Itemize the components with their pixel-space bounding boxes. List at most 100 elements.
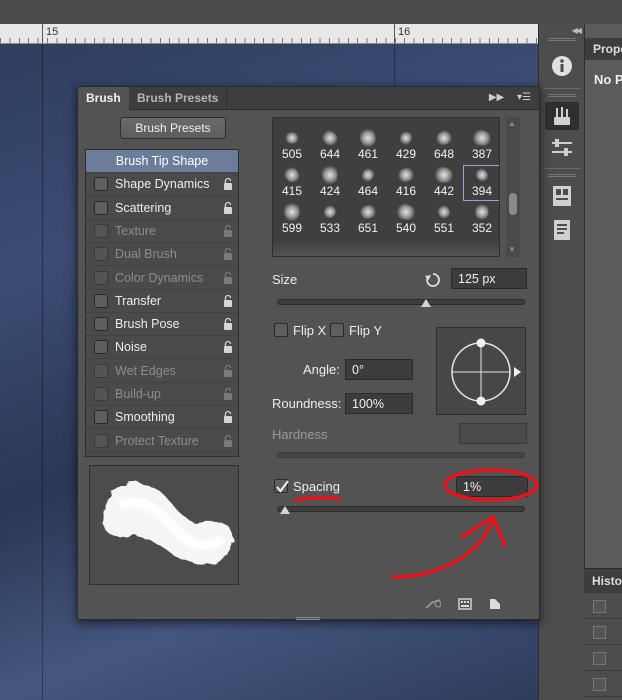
brush-tip[interactable]: 464 <box>349 165 387 201</box>
brush-option-shape-dynamics[interactable]: Shape Dynamics <box>86 173 238 197</box>
lock-icon[interactable] <box>223 364 233 378</box>
spacing-checkbox[interactable] <box>274 479 289 493</box>
brush-tip[interactable]: 387 <box>463 128 499 164</box>
properties-tab[interactable]: Prope <box>585 38 622 60</box>
brush-tip[interactable]: 551 <box>425 202 463 238</box>
lock-icon[interactable] <box>223 247 233 261</box>
new-brush-icon[interactable] <box>489 598 501 613</box>
brush-option-brush-tip-shape[interactable]: Brush Tip Shape <box>86 150 238 173</box>
panel-resize-grip[interactable] <box>296 617 320 620</box>
panel-menu-icon[interactable]: ▾☰ <box>517 92 531 103</box>
brush-tip[interactable]: 415 <box>273 164 311 201</box>
history-toggle[interactable] <box>593 652 606 665</box>
flip-y-checkbox[interactable] <box>330 323 344 337</box>
option-checkbox[interactable] <box>94 200 108 215</box>
scroll-thumb[interactable] <box>509 193 517 215</box>
brush-option-protect-texture[interactable]: Protect Texture <box>86 430 238 453</box>
flip-x-checkbox[interactable] <box>274 323 288 337</box>
brush-option-color-dynamics[interactable]: Color Dynamics <box>86 267 238 290</box>
collapse-icon[interactable]: ◀◀ <box>572 26 582 35</box>
tab-brush-presets[interactable]: Brush Presets <box>129 87 228 110</box>
brush-tip[interactable]: 533 <box>311 202 349 238</box>
brush-tip[interactable]: 394 <box>463 165 499 201</box>
toggle-bristle-preview-icon[interactable] <box>425 598 442 613</box>
lock-icon[interactable] <box>223 224 233 238</box>
collapse-panel-icon[interactable]: ▶▶ <box>489 92 504 103</box>
brush-tip[interactable]: 461 <box>349 126 387 164</box>
history-toggle[interactable] <box>593 626 606 639</box>
reset-size-icon[interactable] <box>424 271 442 289</box>
option-checkbox[interactable] <box>94 317 108 332</box>
brush-tip[interactable]: 540 <box>387 202 425 238</box>
brush-option-transfer[interactable]: Transfer <box>86 290 238 313</box>
brush-tip[interactable]: 648 <box>425 127 463 164</box>
angle-roundness-widget[interactable] <box>436 327 526 415</box>
brush-option-brush-pose[interactable]: Brush Pose <box>86 313 238 337</box>
brush-presets-button[interactable] <box>545 134 579 162</box>
brush-option-wet-edges[interactable]: Wet Edges <box>86 360 238 383</box>
option-checkbox[interactable] <box>94 223 108 238</box>
lock-icon[interactable] <box>223 271 233 285</box>
lock-icon[interactable] <box>223 177 233 191</box>
brush-tip[interactable]: 651 <box>349 202 387 238</box>
brush-tip[interactable]: 505 <box>273 128 311 164</box>
history-toggle[interactable] <box>593 678 606 691</box>
scroll-down-icon[interactable]: ▼ <box>508 245 516 254</box>
option-checkbox[interactable] <box>94 340 108 355</box>
roundness-field[interactable]: 100% <box>345 393 413 414</box>
brush-presets-button[interactable]: Brush Presets <box>120 117 226 139</box>
dock-grip[interactable] <box>548 174 576 177</box>
scroll-up-icon[interactable]: ▲ <box>508 119 516 128</box>
spacing-slider[interactable] <box>277 506 525 514</box>
angle-field[interactable]: 0° <box>345 359 413 380</box>
brush-tip[interactable]: 429 <box>387 128 425 164</box>
lock-icon[interactable] <box>223 434 233 448</box>
option-checkbox[interactable] <box>94 177 108 192</box>
option-checkbox[interactable] <box>94 270 108 285</box>
brush-grid-icon[interactable] <box>458 598 472 613</box>
history-row[interactable] <box>584 645 622 671</box>
size-slider-knob[interactable] <box>420 299 431 307</box>
lock-icon[interactable] <box>223 340 233 354</box>
spacing-field[interactable]: 1% <box>456 476 528 497</box>
history-row[interactable] <box>584 619 622 645</box>
dock-grip[interactable] <box>548 38 576 41</box>
option-checkbox[interactable] <box>94 293 108 308</box>
tip-grid-scrollbar[interactable]: ▲ ▼ <box>506 117 520 257</box>
tab-brush[interactable]: Brush <box>78 87 129 111</box>
spacing-slider-knob[interactable] <box>280 506 291 514</box>
brush-tip[interactable]: 352 <box>463 202 499 238</box>
brush-option-dual-brush[interactable]: Dual Brush <box>86 243 238 267</box>
lock-icon[interactable] <box>223 317 233 331</box>
brush-panel-button[interactable] <box>545 102 579 130</box>
brush-tip[interactable]: 644 <box>311 127 349 164</box>
size-slider[interactable] <box>277 299 525 307</box>
history-toggle[interactable] <box>593 600 606 613</box>
brush-option-noise[interactable]: Noise <box>86 336 238 360</box>
brush-option-build-up[interactable]: Build-up <box>86 383 238 406</box>
option-checkbox[interactable] <box>94 247 108 262</box>
size-field[interactable]: 125 px <box>451 268 527 289</box>
brush-tip[interactable]: 416 <box>387 165 425 201</box>
option-checkbox[interactable] <box>94 387 108 401</box>
lock-icon[interactable] <box>223 410 233 424</box>
brush-tip[interactable]: 442 <box>425 165 463 201</box>
history-row[interactable] <box>584 593 622 619</box>
notes-panel-button[interactable] <box>545 216 579 244</box>
brush-option-scattering[interactable]: Scattering <box>86 197 238 220</box>
info-panel-button[interactable] <box>545 52 579 80</box>
lock-icon[interactable] <box>223 387 233 401</box>
option-checkbox[interactable] <box>94 363 108 378</box>
dock-grip[interactable] <box>548 94 576 97</box>
lock-icon[interactable] <box>223 201 233 215</box>
option-checkbox[interactable] <box>94 410 108 425</box>
history-row[interactable] <box>584 671 622 697</box>
lock-icon[interactable] <box>223 294 233 308</box>
swatches-panel-button[interactable] <box>545 182 579 210</box>
history-tab[interactable]: Histo <box>584 569 622 593</box>
brush-tip[interactable]: 424 <box>311 163 349 201</box>
brush-tip[interactable]: 599 <box>273 201 311 238</box>
option-checkbox[interactable] <box>94 433 108 448</box>
brush-option-smoothing[interactable]: Smoothing <box>86 406 238 430</box>
brush-option-texture[interactable]: Texture <box>86 220 238 243</box>
